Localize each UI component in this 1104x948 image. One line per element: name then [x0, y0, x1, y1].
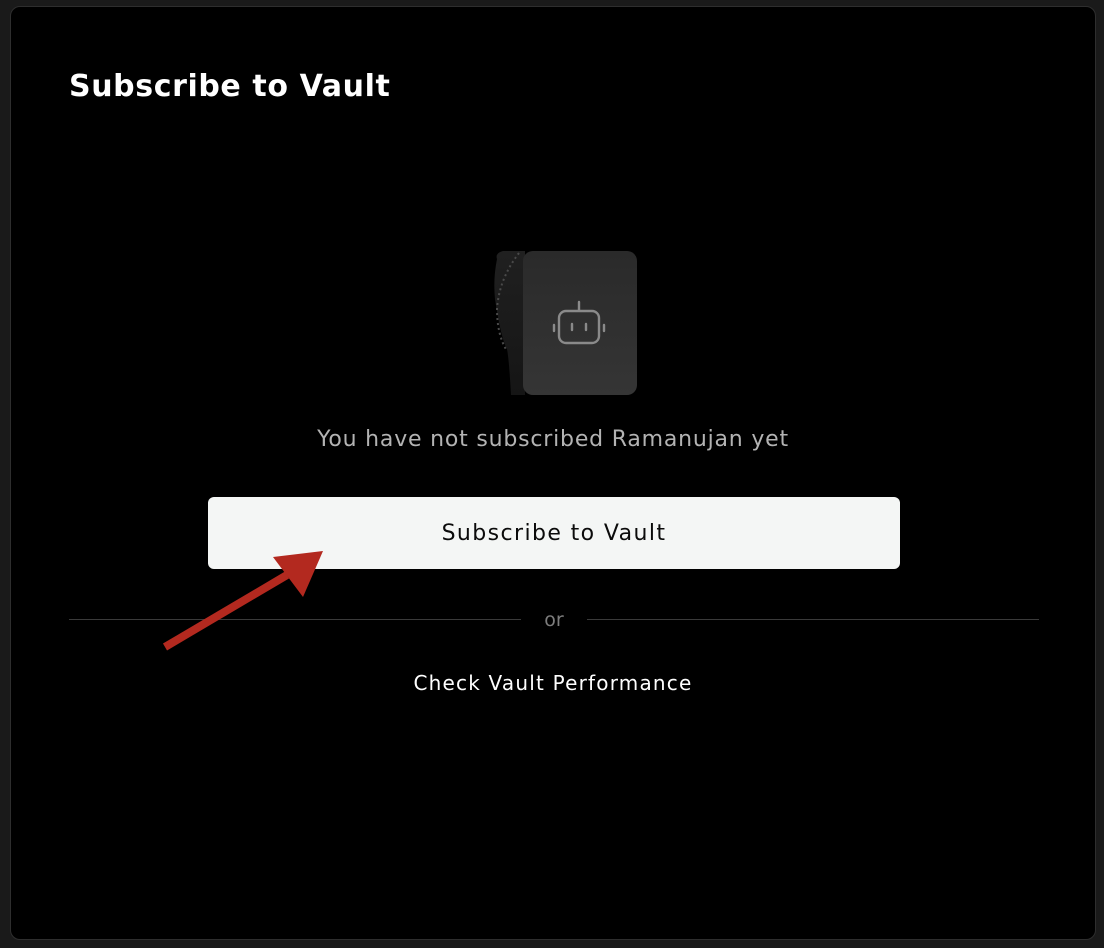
- robot-card-icon: [473, 239, 643, 399]
- check-performance-link[interactable]: Check Vault Performance: [413, 671, 692, 695]
- dialog-title: Subscribe to Vault: [69, 69, 391, 104]
- empty-state-message: You have not subscribed Ramanujan yet: [317, 427, 789, 452]
- divider-line-right: [587, 619, 1039, 620]
- divider-label: or: [544, 609, 564, 631]
- check-performance-link-row: Check Vault Performance: [11, 671, 1095, 695]
- subscribe-button[interactable]: Subscribe to Vault: [208, 497, 900, 569]
- divider-line-left: [69, 619, 521, 620]
- or-divider: or: [69, 609, 1039, 631]
- subscribe-dialog: Subscribe to Vault You have not subscrib…: [10, 6, 1096, 940]
